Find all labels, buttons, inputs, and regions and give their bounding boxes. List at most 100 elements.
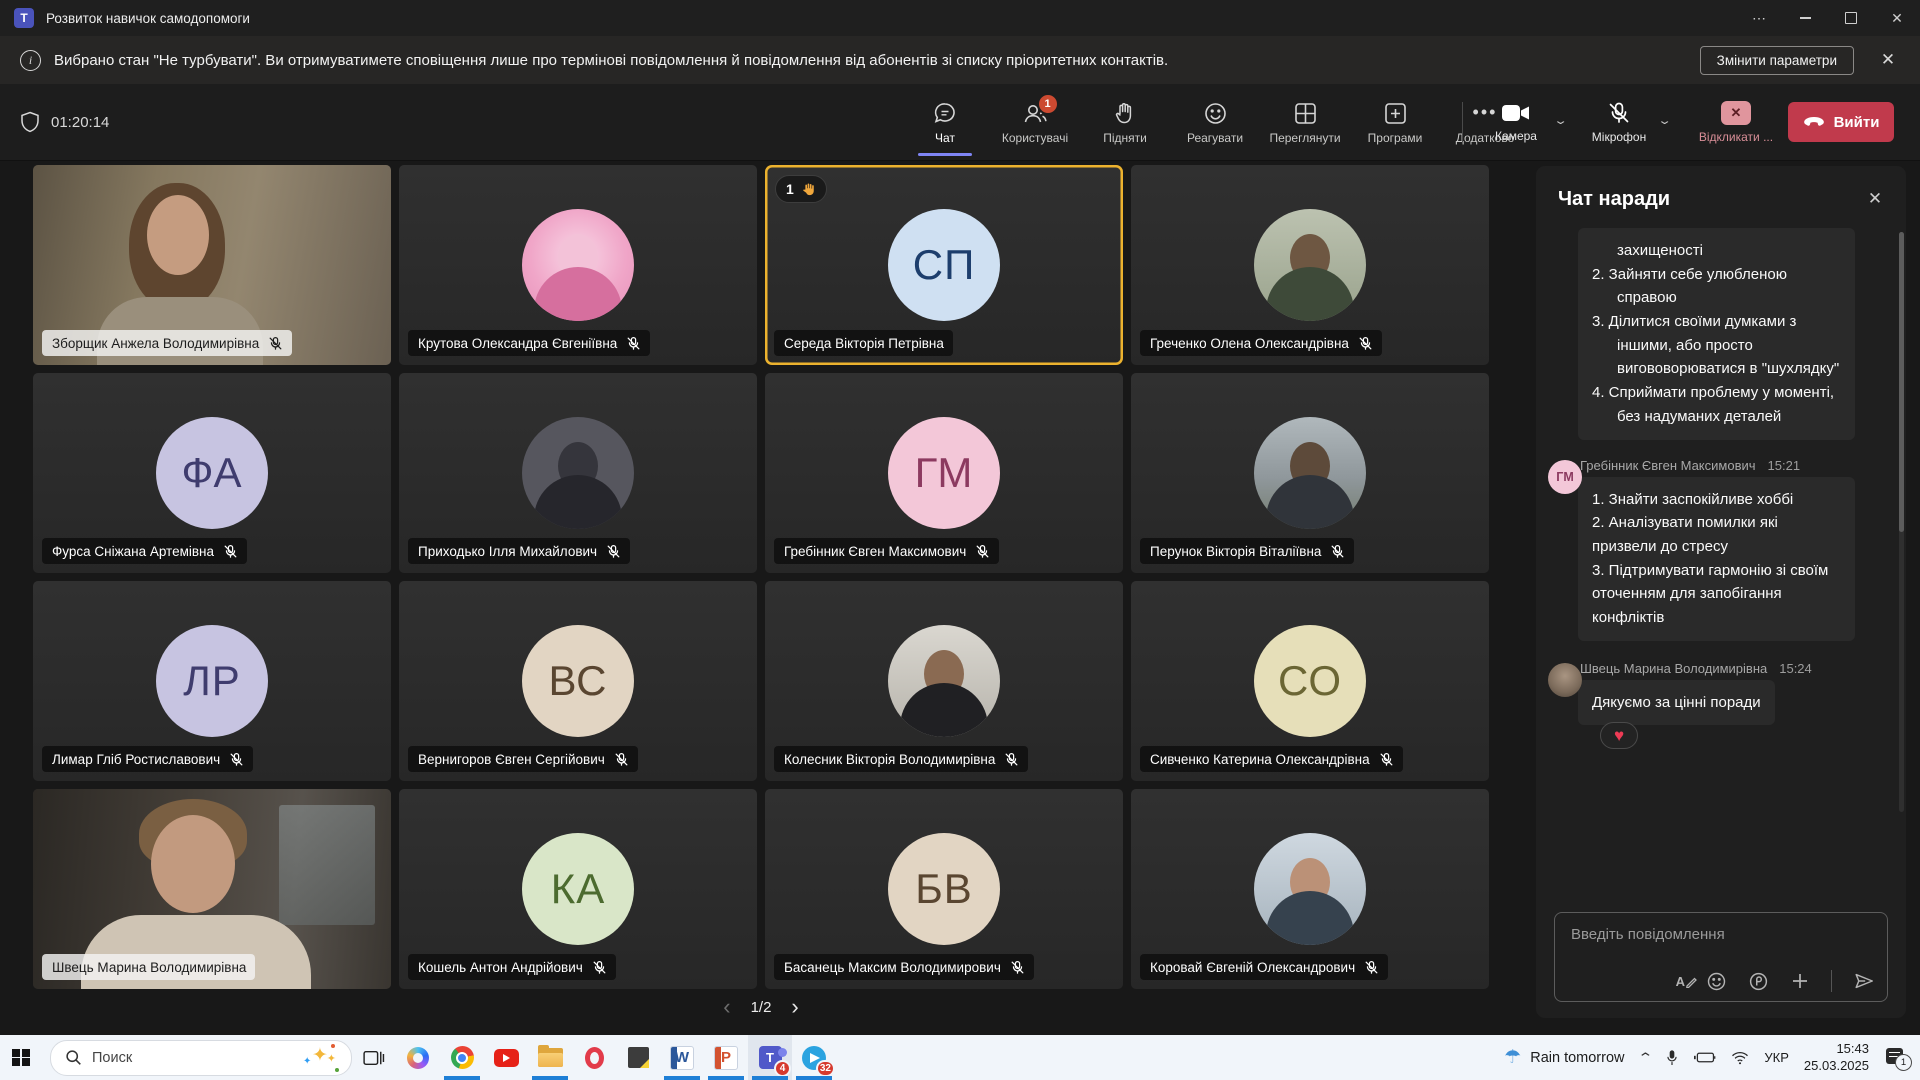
windows-taskbar: Поиск ✦✦✦ W P T 4 32 ☂ Rain tomorrow ⌃ У… (0, 1035, 1920, 1080)
people-icon: 1 (1022, 100, 1049, 126)
tab-label: Реагувати (1187, 131, 1243, 145)
copilot-button[interactable] (396, 1035, 440, 1080)
search-placeholder: Поиск (92, 1050, 132, 1066)
window-maximize-button[interactable] (1828, 0, 1874, 36)
participant-tile[interactable]: Швець Марина Володимирівна (33, 789, 391, 989)
tab-label: Програми (1368, 131, 1423, 145)
participant-tile[interactable]: ФА Фурса Сніжана Артемівна (33, 373, 391, 573)
tray-wifi-icon[interactable] (1731, 1051, 1749, 1065)
leave-button[interactable]: Вийти (1788, 102, 1894, 142)
participant-name: Швець Марина Володимирівна (52, 960, 246, 975)
camera-label: Камера (1495, 129, 1537, 143)
notification-count-badge: 1 (1895, 1054, 1912, 1071)
window-more-button[interactable]: ⋯ (1736, 0, 1782, 36)
participant-name: Сивченко Катерина Олександрівна (1150, 752, 1370, 767)
participant-avatar (1254, 833, 1366, 945)
participant-tile[interactable]: БВ Басанець Максим Володимирович (765, 789, 1123, 989)
chat-scrollbar-thumb[interactable] (1899, 232, 1904, 532)
windows-logo-icon (12, 1049, 30, 1067)
window-title: Розвиток навичок самодопомоги (46, 11, 250, 26)
emoji-icon[interactable] (1706, 971, 1727, 992)
tray-mic-icon[interactable] (1665, 1049, 1679, 1067)
participant-tile-raised-hand[interactable]: 1 СП Середа Вікторія Петрівна (765, 165, 1123, 365)
search-highlights-sparkle-icon[interactable]: ✦✦✦ (305, 1046, 335, 1070)
participant-initials-avatar: ФА (156, 417, 268, 529)
tab-view[interactable]: Переглянути (1260, 84, 1350, 160)
start-button[interactable] (0, 1035, 42, 1080)
participant-tile[interactable]: Колесник Вікторія Володимирівна (765, 581, 1123, 781)
participant-tile[interactable]: Перунок Вікторія Віталіївна (1131, 373, 1489, 573)
weather-widget[interactable]: ☂ Rain tomorrow (1504, 1046, 1624, 1069)
mic-dropdown-chevron-icon[interactable]: ⌄ (1657, 114, 1672, 127)
youtube-button[interactable] (484, 1035, 528, 1080)
participant-tile[interactable]: Крутова Олександра Євгеніївна (399, 165, 757, 365)
participant-tile[interactable]: Коровай Євгеній Олександрович (1131, 789, 1489, 989)
participant-tile[interactable]: СО Сивченко Катерина Олександрівна (1131, 581, 1489, 781)
participant-tile[interactable]: Зборщик Анжела Володимирівна (33, 165, 391, 365)
page-prev-icon[interactable]: ‹ (723, 996, 730, 1018)
notification-center-button[interactable]: 1 (1886, 1048, 1908, 1068)
opera-icon (585, 1047, 604, 1069)
dnd-notification-banner: i Вибрано стан "Не турбувати". Ви отриму… (0, 36, 1920, 84)
participant-tile[interactable]: КА Кошель Антон Андрійович (399, 789, 757, 989)
file-explorer-button[interactable] (528, 1035, 572, 1080)
chat-close-icon[interactable]: ✕ (1858, 184, 1892, 214)
tab-apps[interactable]: Програми (1350, 84, 1440, 160)
participant-name: Кошель Антон Андрійович (418, 960, 583, 975)
teams-notification-badge: 4 (774, 1060, 791, 1077)
change-settings-button[interactable]: Змінити параметри (1700, 46, 1854, 75)
tab-label: Переглянути (1269, 131, 1340, 145)
toolbar-separator (1462, 102, 1463, 142)
page-next-icon[interactable]: › (791, 996, 798, 1018)
tray-battery-icon[interactable] (1694, 1051, 1716, 1064)
participant-initials-avatar: КА (522, 833, 634, 945)
tab-chat[interactable]: Чат (900, 84, 990, 160)
banner-close-icon[interactable]: ✕ (1870, 42, 1906, 78)
teams-button[interactable]: T 4 (748, 1035, 792, 1080)
keyboard-language[interactable]: УКР (1764, 1050, 1789, 1065)
taskbar-search-box[interactable]: Поиск ✦✦✦ (50, 1040, 352, 1076)
chat-input-box[interactable]: Введіть повідомлення A (1554, 912, 1888, 1002)
attach-plus-icon[interactable] (1790, 971, 1810, 991)
taskbar-clock[interactable]: 15:43 25.03.2025 (1804, 1041, 1869, 1075)
tab-raise-hand[interactable]: Підняти (1080, 84, 1170, 160)
heart-reaction-badge[interactable]: ♥ (1600, 722, 1638, 749)
timer-value: 01:20:14 (51, 114, 109, 131)
window-close-button[interactable]: ✕ (1874, 0, 1920, 36)
window-minimize-button[interactable] (1782, 0, 1828, 36)
clock-time: 15:43 (1804, 1041, 1869, 1058)
mic-muted-icon (614, 752, 629, 767)
camera-button[interactable]: Камера (1478, 84, 1554, 160)
microphone-button[interactable]: Мікрофон (1580, 84, 1658, 160)
recall-button[interactable]: ✕ Відкликати ... (1690, 84, 1782, 160)
participant-tile[interactable]: Греченко Олена Олександрівна (1131, 165, 1489, 365)
tray-expand-chevron-icon[interactable]: ⌃ (1637, 1050, 1653, 1066)
meeting-stage: Зборщик Анжела Володимирівна Крутова Оле… (0, 160, 1920, 1035)
telegram-button[interactable]: 32 (792, 1035, 836, 1080)
chat-message-list[interactable]: захищеності 2. Зайняти себе улюбленою сп… (1548, 228, 1892, 900)
word-button[interactable]: W (660, 1035, 704, 1080)
chrome-button[interactable] (440, 1035, 484, 1080)
tab-participants[interactable]: 1 Користувачі (990, 84, 1080, 160)
participant-tile[interactable]: Приходько Ілля Михайлович (399, 373, 757, 573)
send-icon[interactable] (1853, 970, 1875, 992)
raised-hand-icon (801, 182, 816, 197)
participant-tile[interactable]: ВС Вернигоров Євген Сергійович (399, 581, 757, 781)
participant-initials-avatar: СП (888, 209, 1000, 321)
participant-name: Зборщик Анжела Володимирівна (52, 336, 259, 351)
task-view-button[interactable] (352, 1035, 396, 1080)
format-icon[interactable]: A (1676, 974, 1685, 989)
recall-label: Відкликати ... (1699, 130, 1773, 144)
meeting-timer: 01:20:14 (20, 84, 109, 160)
raise-hand-icon (1113, 100, 1137, 126)
notes-app-button[interactable] (616, 1035, 660, 1080)
powerpoint-button[interactable]: P (704, 1035, 748, 1080)
loop-component-icon[interactable] (1748, 971, 1769, 992)
telegram-notification-badge: 32 (816, 1060, 835, 1077)
opera-button[interactable] (572, 1035, 616, 1080)
tab-label: Чат (935, 131, 955, 145)
participant-tile[interactable]: ЛР Лимар Гліб Ростиславович (33, 581, 391, 781)
camera-dropdown-chevron-icon[interactable]: ⌄ (1553, 114, 1568, 127)
participant-tile[interactable]: ГМ Гребінник Євген Максимович (765, 373, 1123, 573)
tab-react[interactable]: Реагувати (1170, 84, 1260, 160)
